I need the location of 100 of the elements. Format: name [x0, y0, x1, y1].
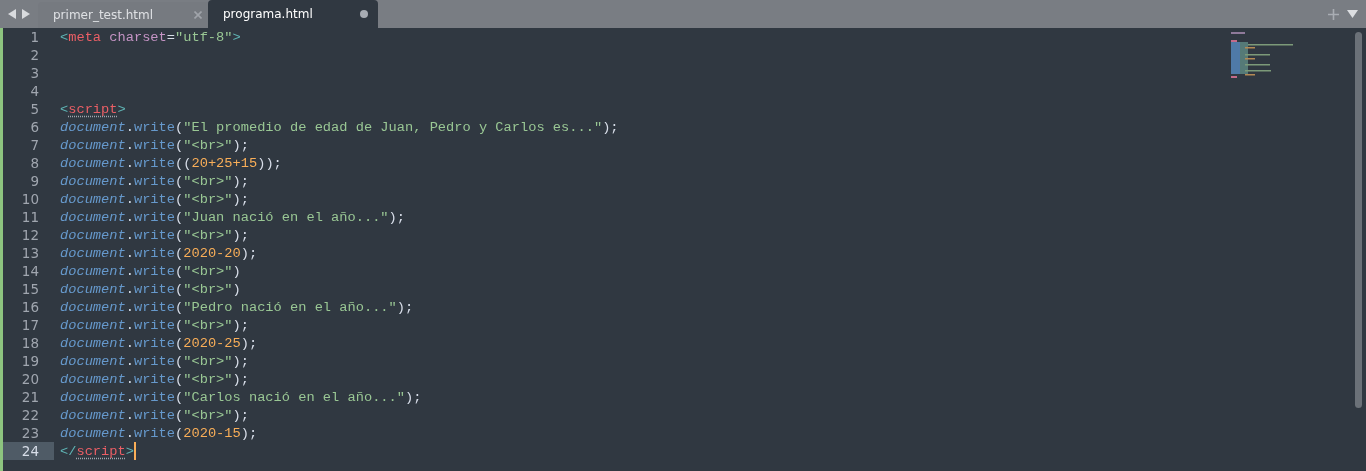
code-punctuation: ); — [232, 191, 249, 207]
object-name: document — [60, 137, 126, 153]
string-literal: "<br>" — [183, 137, 233, 153]
tag-name: script — [76, 443, 126, 459]
object-name: document — [60, 371, 126, 387]
tag-bracket: < — [60, 29, 69, 45]
code-punctuation: . — [125, 227, 134, 243]
line-number: 2 — [29, 46, 40, 64]
line-number: 10 — [20, 190, 40, 208]
code-punctuation: ) — [232, 281, 241, 297]
method-name: write — [133, 425, 175, 441]
line-number: 7 — [29, 136, 40, 154]
code-punctuation: . — [125, 299, 134, 315]
code-punctuation: . — [125, 389, 134, 405]
code-punctuation: ); — [240, 425, 258, 441]
code-punctuation: ( — [175, 191, 184, 207]
string-literal: "<br>" — [183, 263, 233, 279]
caret-icon[interactable] — [1347, 10, 1358, 18]
left-arrow-icon[interactable] — [8, 9, 16, 19]
code-punctuation: ); — [240, 245, 258, 261]
code-punctuation: . — [125, 191, 134, 207]
object-name: document — [60, 209, 126, 225]
string-literal: "utf-8" — [175, 29, 233, 45]
object-name: document — [60, 191, 126, 207]
code-punctuation: ); — [232, 353, 249, 369]
scrollbar-thumb[interactable] — [1355, 32, 1362, 408]
object-name: document — [60, 389, 126, 405]
method-name: write — [133, 137, 175, 153]
code-punctuation: ( — [175, 245, 184, 261]
code-punctuation: . — [125, 425, 134, 441]
string-literal: "El promedio de edad de Juan, Pedro y Carlos es..." — [183, 119, 603, 135]
code-punctuation: ( — [175, 335, 184, 351]
number-literal: 2020-20 — [183, 245, 241, 261]
method-name: write — [133, 281, 175, 297]
line-number: 16 — [20, 298, 40, 316]
code-punctuation: . — [125, 353, 134, 369]
line-number: 20 — [20, 370, 40, 388]
line-number: 3 — [29, 64, 40, 82]
line-number: 22 — [20, 406, 40, 424]
attribute-name: charset — [108, 29, 167, 45]
code-punctuation: (( — [175, 155, 192, 171]
code-punctuation: . — [125, 263, 134, 279]
method-name: write — [133, 263, 175, 279]
method-name: write — [133, 155, 175, 171]
code-punctuation: . — [125, 137, 134, 153]
line-number: 15 — [20, 280, 40, 298]
code-punctuation: . — [125, 281, 134, 297]
tag-name: script — [68, 101, 118, 117]
plus-icon[interactable] — [1328, 8, 1339, 20]
code-punctuation: ); — [602, 119, 619, 135]
code-punctuation: ); — [232, 137, 249, 153]
method-name: write — [133, 209, 175, 225]
code-punctuation: ); — [232, 371, 249, 387]
object-name: document — [60, 245, 126, 261]
code-punctuation: ( — [175, 263, 184, 279]
object-name: document — [60, 173, 126, 189]
code-punctuation: ); — [388, 209, 406, 225]
string-literal: "Juan nació en el año..." — [183, 209, 389, 225]
tag-bracket: < — [60, 101, 69, 117]
line-number: 14 — [20, 262, 40, 280]
code-punctuation: ( — [175, 173, 184, 189]
code-punctuation: . — [125, 119, 134, 135]
number-literal: 2020-25 — [183, 335, 241, 351]
code-punctuation: ); — [396, 299, 414, 315]
code-punctuation: ( — [175, 317, 184, 333]
code-punctuation: ( — [175, 137, 184, 153]
string-literal: "Carlos nació en el año..." — [183, 389, 405, 405]
method-name: write — [133, 335, 175, 351]
code-punctuation: . — [125, 173, 134, 189]
object-name: document — [60, 263, 126, 279]
code-punctuation: ( — [175, 353, 184, 369]
method-name: write — [133, 299, 175, 315]
object-name: document — [60, 353, 126, 369]
file-tab[interactable]: programa.html — [208, 0, 378, 28]
string-literal: "<br>" — [183, 227, 233, 243]
code-punctuation: ( — [175, 299, 184, 315]
code-punctuation: . — [125, 209, 134, 225]
object-name: document — [60, 227, 126, 243]
code-punctuation: ); — [232, 227, 249, 243]
code-punctuation: ( — [175, 389, 184, 405]
code-punctuation: ); — [232, 407, 249, 423]
method-name: write — [133, 173, 175, 189]
object-name: document — [60, 407, 126, 423]
close-icon[interactable] — [194, 11, 202, 19]
line-number: 21 — [20, 388, 40, 406]
string-literal: "<br>" — [183, 173, 233, 189]
code-punctuation: . — [125, 407, 134, 423]
string-literal: "<br>" — [183, 281, 233, 297]
text-cursor — [133, 442, 136, 460]
method-name: write — [133, 407, 175, 423]
object-name: document — [60, 299, 126, 315]
tag-bracket: > — [125, 443, 134, 459]
number-literal: 2020-15 — [183, 425, 241, 441]
modified-dot-icon — [360, 10, 368, 18]
line-number: 24 — [3, 442, 54, 460]
method-name: write — [133, 353, 175, 369]
code-punctuation: . — [125, 155, 134, 171]
right-arrow-icon[interactable] — [22, 9, 30, 19]
string-literal: "<br>" — [183, 317, 233, 333]
tag-bracket: > — [117, 101, 126, 117]
